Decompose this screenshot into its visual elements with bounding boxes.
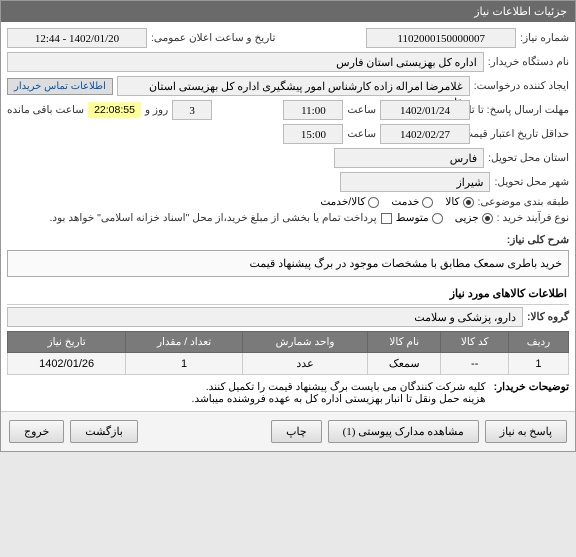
radio-dot-icon [368,197,379,208]
th-code: کد کالا [441,332,509,353]
button-bar: پاسخ به نیاز مشاهده مدارک پیوستی (1) چاپ… [1,411,575,451]
radio-goods-label: کالا [445,196,459,208]
subject-cat-group: کالا خدمت کالا/خدمت [320,196,473,208]
deadline-time-field: 11:00 [283,100,343,120]
price-valid-label: حداقل تاریخ اعتبار قیمت: تا تاریخ: [474,128,569,140]
items-table: ردیف کد کالا نام کالا واحد شمارش تعداد /… [7,331,569,375]
price-valid-time-field: 15:00 [283,124,343,144]
radio-service[interactable]: خدمت [391,196,433,208]
need-no-field: 1102000150000007 [366,28,516,48]
remaining-time-field: 22:08:55 [88,102,141,118]
radio-both-label: کالا/خدمت [320,196,365,208]
price-valid-date-field: 1402/02/27 [380,124,470,144]
group-field: دارو، پزشکی و سلامت [7,307,523,327]
remaining-days-field: 3 [172,100,212,120]
time-label-1: ساعت [347,104,376,116]
radio-partial-label: جزیی [455,212,479,224]
radio-medium-label: متوسط [396,212,429,224]
td-date: 1402/01/26 [8,353,126,375]
exit-button[interactable]: خروج [9,420,64,443]
table-row[interactable]: 1 -- سمعک عدد 1 1402/01/26 [8,353,569,375]
buyer-field: اداره کل بهزیستی استان فارس [7,52,484,72]
table-header-row: ردیف کد کالا نام کالا واحد شمارش تعداد /… [8,332,569,353]
deadline-label: مهلت ارسال پاسخ: تا تاریخ: [474,104,569,116]
details-panel: جزئیات اطلاعات نیاز شماره نیاز: 11020001… [0,0,576,452]
td-unit: عدد [242,353,367,375]
payment-note: پرداخت تمام یا بخشی از مبلغ خرید،از محل … [50,212,377,224]
city-field: شیراز [340,172,490,192]
items-title: اطلاعات کالاهای مورد نیاز [1,281,575,302]
th-unit: واحد شمارش [242,332,367,353]
buyer-label: نام دستگاه خریدار: [488,56,569,68]
td-row: 1 [508,353,568,375]
desc-text: خرید باطری سمعک مطابق با مشخصات موجود در… [249,258,562,270]
radio-dot-icon [432,213,443,224]
th-row: ردیف [508,332,568,353]
desc-box: خرید باطری سمعک مطابق با مشخصات موجود در… [7,250,569,277]
buyer-notes-label: توضیحات خریدار: [494,381,569,405]
separator [7,304,569,305]
buyer-notes-line1: کلیه شرکت کنندگان می بایست برگ پیشنهاد ق… [192,381,486,393]
attachments-button[interactable]: مشاهده مدارک پیوستی (1) [328,420,479,443]
radio-partial[interactable]: جزیی [455,212,493,224]
remaining-caption: ساعت باقی مانده [7,104,84,116]
city-label: شهر محل تحویل: [494,176,569,188]
panel-header: جزئیات اطلاعات نیاز [1,1,575,22]
radio-dot-icon [422,197,433,208]
td-code: -- [441,353,509,375]
province-label: استان محل تحویل: [488,152,569,164]
purchase-type-label: نوع فرآیند خرید : [497,212,569,224]
th-qty: تعداد / مقدار [126,332,243,353]
radio-service-label: خدمت [391,196,419,208]
desc-label: شرح کلی نیاز: [507,234,569,246]
panel-title: جزئیات اطلاعات نیاز [474,6,567,18]
subject-cat-label: طبقه بندی موضوعی: [478,196,569,208]
radio-dot-icon [463,197,474,208]
contact-buyer-button[interactable]: اطلاعات تماس خریدار [7,78,113,95]
radio-medium[interactable]: متوسط [396,212,443,224]
requester-field: غلامرضا امراله زاده کارشناس امور پیشگیری… [117,76,470,96]
purchase-type-group: جزیی متوسط [396,212,493,224]
td-qty: 1 [126,353,243,375]
buyer-notes-line2: هزینه حمل ونقل تا انبار بهزیستی اداره کل… [192,393,486,405]
td-name: سمعک [368,353,441,375]
radio-dot-icon [482,213,493,224]
print-button[interactable]: چاپ [271,420,322,443]
announce-dt-field: 1402/01/20 - 12:44 [7,28,147,48]
form-area: شماره نیاز: 1102000150000007 تاریخ و ساع… [1,22,575,234]
treasury-checkbox[interactable] [381,213,392,224]
need-no-label: شماره نیاز: [520,32,569,44]
th-date: تاریخ نیاز [8,332,126,353]
requester-label: ایجاد کننده درخواست: [474,80,569,92]
radio-goods[interactable]: کالا [445,196,473,208]
reply-button[interactable]: پاسخ به نیاز [485,420,567,443]
th-name: نام کالا [368,332,441,353]
radio-both[interactable]: کالا/خدمت [320,196,379,208]
group-label: گروه کالا: [527,311,569,323]
back-button[interactable]: بازگشت [70,420,138,443]
buyer-notes-text: کلیه شرکت کنندگان می بایست برگ پیشنهاد ق… [192,381,486,405]
province-field: فارس [334,148,484,168]
deadline-date-field: 1402/01/24 [380,100,470,120]
announce-dt-label: تاریخ و ساعت اعلان عمومی: [151,32,275,44]
buyer-notes: توضیحات خریدار: کلیه شرکت کنندگان می بای… [7,381,569,405]
day-and-label: روز و [145,104,168,116]
time-label-2: ساعت [347,128,376,140]
